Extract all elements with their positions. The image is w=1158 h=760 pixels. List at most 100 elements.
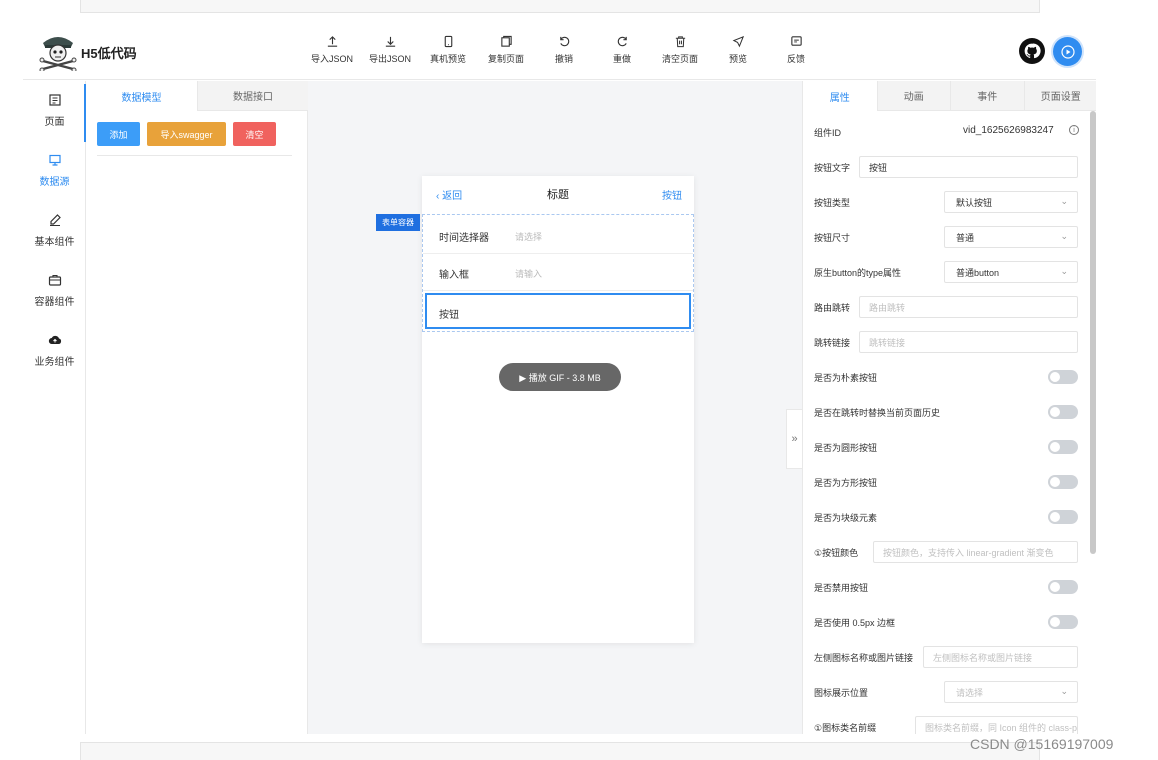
time-picker-field[interactable]: 时间选择器 请选择 <box>423 217 693 254</box>
prop-link: 跳转链接 跳转链接 <box>803 325 1089 360</box>
prop-label: 是否为块级元素 <box>814 513 878 523</box>
button-text-input[interactable]: 按钮 <box>859 156 1078 178</box>
icon-position-select[interactable]: 请选择 ⌄ <box>944 681 1078 703</box>
add-button[interactable]: 添加 <box>97 122 140 146</box>
block-toggle[interactable] <box>1048 510 1078 524</box>
prop-label: 按钮文字 <box>814 163 851 173</box>
tab-attributes[interactable]: 属性 <box>803 81 877 111</box>
tab-events[interactable]: 事件 <box>950 81 1024 111</box>
play-gif-button[interactable]: ▶ 播放 GIF - 3.8 MB <box>499 363 621 391</box>
prop-plain: 是否为朴素按钮 <box>803 360 1089 395</box>
rail-item-container[interactable]: 容器组件 <box>23 261 86 316</box>
selected-button-component[interactable]: 按钮 <box>425 293 691 329</box>
prop-disabled: 是否禁用按钮 <box>803 570 1089 605</box>
select-value: 默认按钮 <box>956 197 993 208</box>
prop-block: 是否为块级元素 <box>803 500 1089 535</box>
feedback-button[interactable]: 反馈 <box>767 32 825 72</box>
rail-item-business[interactable]: 业务组件 <box>23 321 86 376</box>
copy-icon <box>500 35 512 47</box>
watermark: CSDN @15169197009 <box>970 736 1114 752</box>
rail-item-page[interactable]: 页面 <box>23 81 86 136</box>
divider <box>97 155 292 156</box>
cloud-icon <box>48 335 61 345</box>
form-container[interactable]: 时间选择器 请选择 输入框 请输入 按钮 <box>422 214 694 332</box>
rail-item-basic[interactable]: 基本组件 <box>23 201 86 256</box>
icon-prefix-input[interactable]: 图标类名前缀，同 Icon 组件的 class-pref <box>915 716 1078 734</box>
tab-animation[interactable]: 动画 <box>876 81 950 111</box>
route-input[interactable]: 路由跳转 <box>859 296 1078 318</box>
prop-button-size: 按钮尺寸 普通 ⌄ <box>803 220 1089 255</box>
component-id-value: vid_1625626983247 <box>963 125 1054 136</box>
import-json-button[interactable]: 导入JSON <box>303 32 361 72</box>
prop-native-type: 原生button的type属性 普通button ⌄ <box>803 255 1089 290</box>
tool-label: 清空页面 <box>661 54 698 64</box>
props-tabs: 属性 动画 事件 页面设置 <box>803 81 1096 111</box>
device-preview-button[interactable]: 真机预览 <box>419 32 477 72</box>
rail-item-datasource[interactable]: 数据源 <box>23 141 86 196</box>
copy-page-button[interactable]: 复制页面 <box>477 32 535 72</box>
button-type-select[interactable]: 默认按钮 ⌄ <box>944 191 1078 213</box>
button-size-select[interactable]: 普通 ⌄ <box>944 226 1078 248</box>
square-toggle[interactable] <box>1048 475 1078 489</box>
prop-label: ①按钮颜色 <box>814 548 859 558</box>
clear-button[interactable]: 清空 <box>233 122 276 146</box>
prop-label: 图标展示位置 <box>814 688 869 698</box>
tool-label: 反馈 <box>786 54 805 64</box>
data-panel: 数据模型 数据接口 添加 导入swagger 清空 <box>86 81 308 734</box>
prop-label: 是否禁用按钮 <box>814 583 869 593</box>
prop-label: 路由跳转 <box>814 303 851 313</box>
clear-page-button[interactable]: 清空页面 <box>651 32 709 72</box>
tab-page-settings[interactable]: 页面设置 <box>1023 81 1096 111</box>
tool-label: 导入JSON <box>310 54 353 64</box>
pirate-logo-icon <box>39 37 77 71</box>
import-swagger-button[interactable]: 导入swagger <box>147 122 226 146</box>
container-icon <box>48 274 61 286</box>
phone-icon <box>444 35 452 48</box>
bottom-strip <box>80 742 1040 760</box>
props-scrollbar[interactable] <box>1090 111 1096 554</box>
properties-panel: 属性 动画 事件 页面设置 组件ID vid_1625626983247 i 按… <box>802 81 1096 734</box>
plain-toggle[interactable] <box>1048 370 1078 384</box>
redo-button[interactable]: 重做 <box>593 32 651 72</box>
nav-right-button[interactable]: 按钮 <box>662 187 682 202</box>
page-icon <box>48 94 61 106</box>
tab-data-api[interactable]: 数据接口 <box>197 81 308 111</box>
tab-data-model[interactable]: 数据模型 <box>86 81 197 111</box>
prop-label: 是否使用 0.5px 边框 <box>814 618 896 628</box>
prop-label: 左侧图标名称或图片链接 <box>814 653 914 663</box>
github-icon[interactable] <box>1019 38 1045 64</box>
rail-label: 页面 <box>44 117 65 128</box>
collapse-panel-button[interactable]: » <box>786 409 802 469</box>
field-label: 时间选择器 <box>439 233 489 244</box>
data-buttons: 添加 导入swagger 清空 <box>97 122 276 146</box>
prop-icon-prefix: ①图标类名前缀 图标类名前缀，同 Icon 组件的 class-pref <box>803 710 1089 734</box>
design-canvas[interactable]: ‹ 返回 标题 按钮 表单容器 时间选择器 请选择 输入框 请输入 按钮 ▶ 播… <box>308 81 802 734</box>
link-input[interactable]: 跳转链接 <box>859 331 1078 353</box>
native-type-select[interactable]: 普通button ⌄ <box>944 261 1078 283</box>
download-icon <box>385 36 395 47</box>
rail-label: 数据源 <box>39 177 70 188</box>
tool-label: 真机预览 <box>429 54 466 64</box>
input-field[interactable]: 输入框 请输入 <box>423 254 693 291</box>
replace-toggle[interactable] <box>1048 405 1078 419</box>
preview-button[interactable]: 预览 <box>709 32 767 72</box>
data-tabs: 数据模型 数据接口 <box>86 81 308 111</box>
disabled-toggle[interactable] <box>1048 580 1078 594</box>
hairline-toggle[interactable] <box>1048 615 1078 629</box>
chevron-down-icon: ⌄ <box>1060 196 1068 206</box>
undo-button[interactable]: 撤销 <box>535 32 593 72</box>
field-placeholder: 请选择 <box>515 232 543 242</box>
round-toggle[interactable] <box>1048 440 1078 454</box>
export-json-button[interactable]: 导出JSON <box>361 32 419 72</box>
select-value: 普通button <box>956 267 1000 278</box>
info-icon[interactable]: i <box>1069 125 1079 135</box>
icon-input[interactable]: 左侧图标名称或图片链接 <box>923 646 1078 668</box>
prop-component-id: 组件ID vid_1625626983247 i <box>803 115 1089 150</box>
field-placeholder: 请输入 <box>515 269 543 279</box>
prop-label: 按钮类型 <box>814 198 851 208</box>
form-container-tag[interactable]: 表单容器 <box>376 214 420 231</box>
color-input[interactable]: 按钮颜色，支持传入 linear-gradient 渐变色 <box>873 541 1078 563</box>
tool-label: 重做 <box>612 54 631 64</box>
run-button[interactable] <box>1053 37 1082 66</box>
tool-label: 预览 <box>728 54 747 64</box>
